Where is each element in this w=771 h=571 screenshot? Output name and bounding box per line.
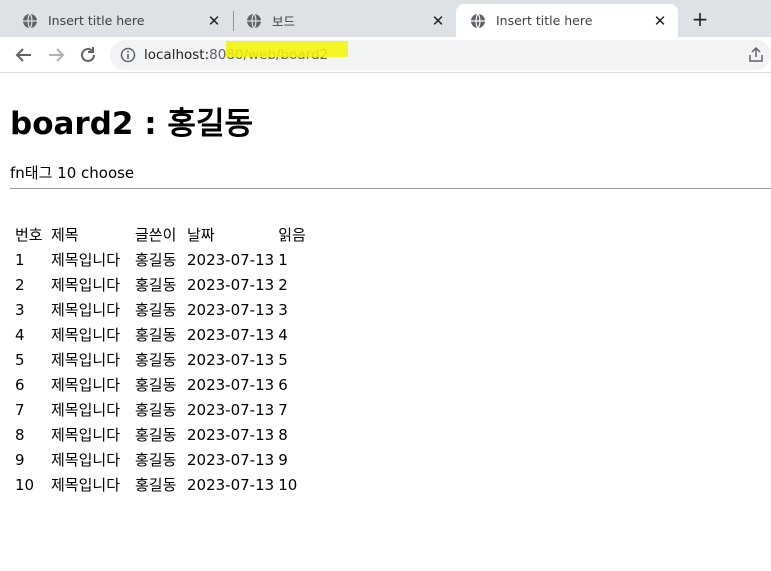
share-icon[interactable] bbox=[747, 46, 765, 64]
cell-title: 제목입니다 bbox=[51, 276, 121, 294]
cell-title: 제목입니다 bbox=[51, 401, 121, 419]
tab-title: Insert title here bbox=[496, 13, 593, 28]
board-table: 번호 제목 글쓴이 날짜 읽음 1 제목입니다 홍길동 2023-07-13 1 2 제목입… bbox=[12, 222, 313, 497]
cell-read-count: 5 bbox=[278, 350, 288, 369]
browser-toolbar: localhost:8080/web/board2 bbox=[0, 37, 771, 73]
url-host: localhost: bbox=[144, 47, 210, 63]
cell-number: 2 bbox=[15, 275, 25, 294]
cell-read-count: 3 bbox=[278, 300, 288, 319]
highlighter-mark bbox=[226, 41, 348, 57]
cell-read-count: 9 bbox=[278, 450, 288, 469]
cell-date: 2023-07-13 bbox=[187, 300, 275, 319]
cell-writer: 홍길동 bbox=[135, 451, 177, 469]
cell-number: 8 bbox=[15, 425, 25, 444]
back-arrow-icon[interactable] bbox=[12, 43, 36, 67]
tab-close-icon[interactable]: ✕ bbox=[650, 11, 670, 31]
tab-title: Insert title here bbox=[48, 13, 145, 28]
cell-writer: 홍길동 bbox=[135, 351, 177, 369]
cell-number: 9 bbox=[15, 450, 25, 469]
browser-tab-1[interactable]: Insert title here ✕ bbox=[8, 4, 232, 37]
cell-number: 4 bbox=[15, 325, 25, 344]
cell-writer: 홍길동 bbox=[135, 301, 177, 319]
table-header-row: 번호 제목 글쓴이 날짜 읽음 bbox=[14, 222, 311, 247]
cell-number: 3 bbox=[15, 300, 25, 319]
cell-writer: 홍길동 bbox=[135, 251, 177, 269]
page-content: board2 : 홍길동 fn태그 10 choose 번호 제목 글쓴이 날짜… bbox=[10, 74, 771, 571]
table-row: 3 제목입니다 홍길동 2023-07-13 3 bbox=[14, 297, 311, 322]
cell-number: 6 bbox=[15, 375, 25, 394]
cell-read-count: 4 bbox=[278, 325, 288, 344]
new-tab-plus-icon[interactable]: + bbox=[689, 7, 711, 31]
cell-title: 제목입니다 bbox=[51, 476, 121, 494]
table-row: 2 제목입니다 홍길동 2023-07-13 2 bbox=[14, 272, 311, 297]
tab-title: 보드 bbox=[272, 14, 296, 29]
page-title: board2 : 홍길동 bbox=[10, 106, 253, 142]
browser-tab-2[interactable]: 보드 ✕ bbox=[232, 4, 456, 37]
address-bar[interactable]: localhost:8080/web/board2 bbox=[110, 40, 771, 70]
cell-read-count: 6 bbox=[278, 375, 288, 394]
reload-icon[interactable] bbox=[76, 43, 100, 67]
table-body: 1 제목입니다 홍길동 2023-07-13 1 2 제목입니다 홍길동 2023-07-13 2… bbox=[14, 247, 311, 497]
page-subtitle: fn태그 10 choose bbox=[10, 164, 135, 182]
browser-tab-3-active[interactable]: Insert title here ✕ bbox=[456, 4, 678, 37]
cell-writer: 홍길동 bbox=[135, 376, 177, 394]
table-row: 5 제목입니다 홍길동 2023-07-13 5 bbox=[14, 347, 311, 372]
cell-number: 5 bbox=[15, 350, 25, 369]
cell-writer: 홍길동 bbox=[135, 426, 177, 444]
cell-title: 제목입니다 bbox=[51, 351, 121, 369]
table-row: 9 제목입니다 홍길동 2023-07-13 9 bbox=[14, 447, 311, 472]
header-number: 번호 bbox=[15, 226, 43, 244]
cell-number: 10 bbox=[15, 475, 35, 494]
cell-date: 2023-07-13 bbox=[187, 325, 275, 344]
cell-date: 2023-07-13 bbox=[187, 350, 275, 369]
cell-writer: 홍길동 bbox=[135, 476, 177, 494]
cell-date: 2023-07-13 bbox=[187, 375, 275, 394]
table-row: 8 제목입니다 홍길동 2023-07-13 8 bbox=[14, 422, 311, 447]
cell-read-count: 8 bbox=[278, 425, 288, 444]
forward-arrow-icon[interactable] bbox=[44, 43, 68, 67]
cell-title: 제목입니다 bbox=[51, 251, 121, 269]
header-writer: 글쓴이 bbox=[135, 226, 177, 244]
cell-read-count: 2 bbox=[278, 275, 288, 294]
table-row: 4 제목입니다 홍길동 2023-07-13 4 bbox=[14, 322, 311, 347]
cell-title: 제목입니다 bbox=[51, 451, 121, 469]
globe-icon bbox=[247, 13, 261, 28]
cell-date: 2023-07-13 bbox=[187, 275, 275, 294]
cell-number: 7 bbox=[15, 400, 25, 419]
cell-title: 제목입니다 bbox=[51, 376, 121, 394]
info-icon[interactable] bbox=[120, 47, 136, 63]
cell-title: 제목입니다 bbox=[51, 426, 121, 444]
table-row: 7 제목입니다 홍길동 2023-07-13 7 bbox=[14, 397, 311, 422]
header-read-count: 읽음 bbox=[278, 226, 306, 244]
globe-icon bbox=[471, 13, 485, 28]
cell-date: 2023-07-13 bbox=[187, 450, 275, 469]
cell-date: 2023-07-13 bbox=[187, 425, 275, 444]
cell-read-count: 10 bbox=[278, 475, 298, 494]
cell-number: 1 bbox=[15, 250, 25, 269]
cell-read-count: 1 bbox=[278, 250, 288, 269]
cell-writer: 홍길동 bbox=[135, 276, 177, 294]
cell-date: 2023-07-13 bbox=[187, 250, 275, 269]
cell-date: 2023-07-13 bbox=[187, 475, 275, 494]
browser-tabstrip: Insert title here ✕ 보드 ✕ Insert title he… bbox=[0, 0, 771, 37]
divider bbox=[10, 188, 771, 189]
cell-read-count: 7 bbox=[278, 400, 288, 419]
tab-close-icon[interactable]: ✕ bbox=[204, 11, 224, 31]
table-row: 1 제목입니다 홍길동 2023-07-13 1 bbox=[14, 247, 311, 272]
cell-writer: 홍길동 bbox=[135, 326, 177, 344]
tab-close-icon[interactable]: ✕ bbox=[428, 11, 448, 31]
header-date: 날짜 bbox=[187, 226, 215, 244]
cell-writer: 홍길동 bbox=[135, 401, 177, 419]
table-row: 6 제목입니다 홍길동 2023-07-13 6 bbox=[14, 372, 311, 397]
globe-icon bbox=[23, 13, 37, 28]
cell-title: 제목입니다 bbox=[51, 301, 121, 319]
header-title: 제목 bbox=[51, 226, 79, 244]
cell-title: 제목입니다 bbox=[51, 326, 121, 344]
table-row: 10 제목입니다 홍길동 2023-07-13 10 bbox=[14, 472, 311, 497]
cell-date: 2023-07-13 bbox=[187, 400, 275, 419]
